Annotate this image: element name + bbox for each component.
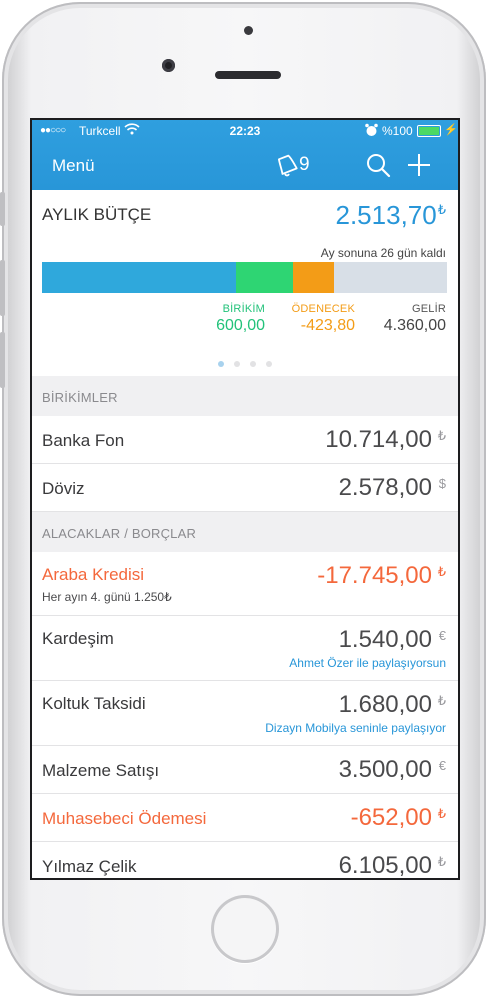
savings-header-label: BİRİKİMLER xyxy=(42,390,118,405)
menu-button[interactable]: Menü xyxy=(52,156,95,176)
monthly-budget-card[interactable]: AYLIK BÜTÇE 2.513,70₺ Ay sonuna 26 gün k… xyxy=(32,190,458,376)
budget-amount: 2.513,70₺ xyxy=(336,200,447,231)
status-bar: ●●○○○ Turkcell 22:23 %100 ⚡ xyxy=(32,120,458,142)
list-item-kardesim[interactable]: Kardeşim 1.540,00 € Ahmet Özer ile payla… xyxy=(32,616,458,681)
budget-progress-bar xyxy=(42,262,447,293)
item-currency: ₺ xyxy=(437,564,446,579)
alarm-icon xyxy=(365,123,378,136)
list-item-malzeme-satisi[interactable]: Malzeme Satışı 3.500,00 € xyxy=(32,746,458,794)
home-button[interactable] xyxy=(211,895,279,963)
item-share-note: Dizayn Mobilya seninle paylaşıyor xyxy=(265,721,446,735)
item-value: -652,00 xyxy=(350,804,432,831)
budget-bar-segment-kalan xyxy=(333,262,447,293)
item-value: 2.578,00 xyxy=(338,474,432,501)
debts-header-label: ALACAKLAR / BORÇLAR xyxy=(42,526,197,541)
item-currency: € xyxy=(438,628,446,643)
list-item-araba-kredisi[interactable]: Araba Kredisi Her ayın 4. günü 1.250₺ -1… xyxy=(32,552,458,616)
item-subtitle: Her ayın 4. günü 1.250₺ xyxy=(42,590,172,604)
list-item-muhasebeci-odemesi[interactable]: Muhasebeci Ödemesi -652,00 ₺ xyxy=(32,794,458,842)
item-name: Malzeme Satışı xyxy=(42,761,160,780)
budget-title: AYLIK BÜTÇE xyxy=(42,205,152,224)
app-screen: ●●○○○ Turkcell 22:23 %100 ⚡ Menü 9 AYLIK… xyxy=(30,118,460,880)
page-dot[interactable] xyxy=(250,361,256,367)
notification-count[interactable]: 9 xyxy=(299,154,310,176)
search-icon[interactable] xyxy=(365,152,391,178)
page-dot[interactable] xyxy=(234,361,240,367)
battery-percentage: %100 xyxy=(382,124,413,138)
legend-birikim-label: BİRİKİM xyxy=(222,303,265,315)
page-dot[interactable] xyxy=(218,361,224,367)
item-name: Koltuk Taksidi xyxy=(42,694,146,713)
item-currency: ₺ xyxy=(437,428,446,443)
bell-icon[interactable] xyxy=(274,152,300,178)
budget-bar-segment-odenen xyxy=(236,262,294,293)
item-value: 6.105,00 xyxy=(338,852,432,879)
list-item-doviz[interactable]: Döviz 2.578,00 $ xyxy=(32,464,458,512)
front-camera xyxy=(162,59,175,72)
add-icon[interactable] xyxy=(406,152,432,178)
list-item-banka-fon[interactable]: Banka Fon 10.714,00 ₺ xyxy=(32,416,458,464)
legend-odenecek: ÖDENECEK -423,80 xyxy=(292,303,355,335)
charging-icon: ⚡ xyxy=(444,124,458,136)
list-item-koltuk-taksidi[interactable]: Koltuk Taksidi 1.680,00 ₺ Dizayn Mobilya… xyxy=(32,681,458,746)
item-currency: ₺ xyxy=(437,806,446,821)
debts-section-header: ALACAKLAR / BORÇLAR xyxy=(32,512,458,552)
mute-switch xyxy=(0,192,5,226)
legend-birikim-value: 600,00 xyxy=(216,317,265,334)
item-name: Araba Kredisi xyxy=(42,565,145,584)
legend-odenecek-value: -423,80 xyxy=(300,317,355,334)
days-remaining-text: Ay sonuna 26 gün kaldı xyxy=(320,246,446,260)
item-name: Muhasebeci Ödemesi xyxy=(42,809,207,828)
item-value: 3.500,00 xyxy=(338,756,432,783)
budget-bar-segment-birikim xyxy=(42,262,237,293)
budget-amount-value: 2.513,70 xyxy=(335,200,437,230)
legend-gelir-value: 4.360,00 xyxy=(383,317,446,334)
budget-bar-segment-odenecek xyxy=(293,262,334,293)
list-item-yilmaz-celik[interactable]: Yılmaz Çelik 6.105,00 ₺ xyxy=(32,842,458,879)
volume-up-button xyxy=(0,260,5,316)
earpiece-speaker xyxy=(215,71,281,79)
item-value: 1.540,00 xyxy=(338,626,432,653)
item-share-note: Ahmet Özer ile paylaşıyorsun xyxy=(289,656,446,670)
page-dot[interactable] xyxy=(266,361,272,367)
legend-gelir: GELİR 4.360,00 xyxy=(384,303,446,335)
battery-icon xyxy=(417,125,441,137)
item-value: 10.714,00 xyxy=(325,426,432,453)
item-name: Döviz xyxy=(42,479,85,498)
savings-section-header: BİRİKİMLER xyxy=(32,376,458,416)
volume-down-button xyxy=(0,332,5,388)
item-currency: ₺ xyxy=(437,854,446,869)
budget-currency: ₺ xyxy=(437,202,446,217)
navigation-bar: ●●○○○ Turkcell 22:23 %100 ⚡ Menü 9 xyxy=(32,120,458,190)
legend-birikim: BİRİKİM 600,00 xyxy=(216,303,265,335)
item-name: Kardeşim xyxy=(42,629,114,648)
legend-odenecek-label: ÖDENECEK xyxy=(291,303,355,315)
item-currency: € xyxy=(438,758,446,773)
item-currency: ₺ xyxy=(437,693,446,708)
front-sensor xyxy=(244,26,253,35)
item-name: Yılmaz Çelik xyxy=(42,857,137,876)
item-value: 1.680,00 xyxy=(338,691,432,718)
page-indicator[interactable] xyxy=(32,354,458,372)
item-currency: $ xyxy=(438,476,446,491)
item-name: Banka Fon xyxy=(42,431,125,450)
item-value: -17.745,00 xyxy=(317,562,432,589)
legend-gelir-label: GELİR xyxy=(411,303,446,315)
